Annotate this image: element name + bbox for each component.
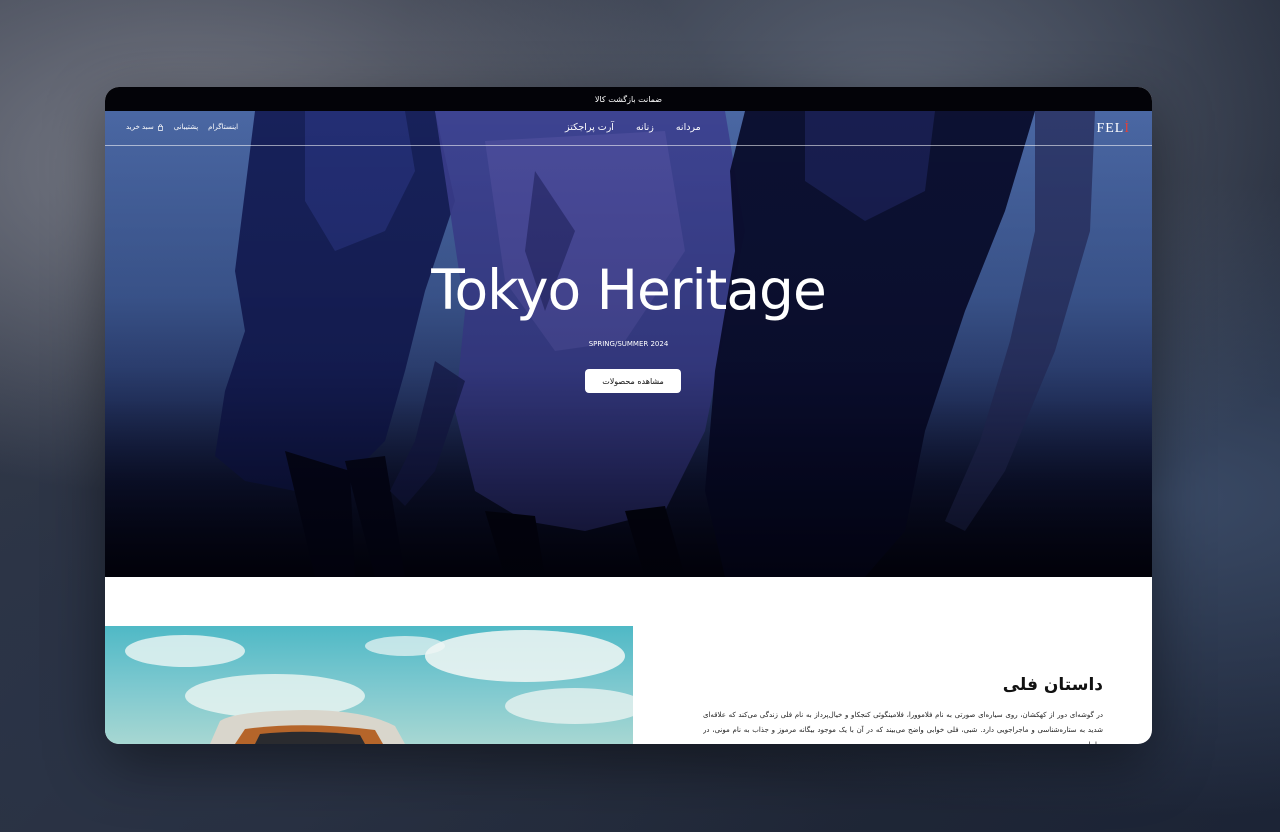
logo-accent: İ [1124, 121, 1130, 136]
hero-subtitle: SPRING/SUMMER 2024 [588, 340, 669, 348]
shopping-bag-icon [157, 123, 163, 131]
nav-item-men[interactable]: مردانه [676, 122, 701, 133]
browser-frame: ضمانت بازگشت کالا FELİ مردانه زنانه آرت … [105, 87, 1152, 744]
hero-title: Tokyo Heritage [431, 258, 827, 322]
view-products-button[interactable]: مشاهده محصولات [585, 369, 681, 393]
nav-support-link[interactable]: پشتیبانی [174, 123, 198, 131]
announcement-text: ضمانت بازگشت کالا [594, 94, 663, 104]
nav-item-art-projects[interactable]: آرت پراجکتز [565, 122, 614, 133]
top-navbar: FELİ مردانه زنانه آرت پراجکتز اینستاگرام… [105, 111, 1152, 146]
logo-text: FEL [1096, 121, 1125, 136]
nav-instagram-link[interactable]: اینستاگرام [208, 123, 238, 131]
main-nav: مردانه زنانه آرت پراجکتز [565, 122, 701, 133]
announcement-bar: ضمانت بازگشت کالا [105, 87, 1152, 111]
cart-button[interactable]: سبد خرید [126, 123, 164, 131]
hero-section: FELİ مردانه زنانه آرت پراجکتز اینستاگرام… [105, 111, 1152, 577]
story-text: در گوشه‌ای دور از کهکشان، روی سیاره‌ای ص… [703, 711, 1103, 744]
utility-nav: اینستاگرام پشتیبانی سبد خرید [126, 123, 238, 131]
sky-van-illustration [125, 630, 633, 744]
nav-item-women[interactable]: زنانه [636, 122, 654, 133]
story-image [105, 626, 633, 744]
story-title: داستان فلی [1002, 675, 1103, 695]
brand-logo[interactable]: FELİ [1096, 121, 1130, 137]
cart-label: سبد خرید [126, 123, 154, 131]
